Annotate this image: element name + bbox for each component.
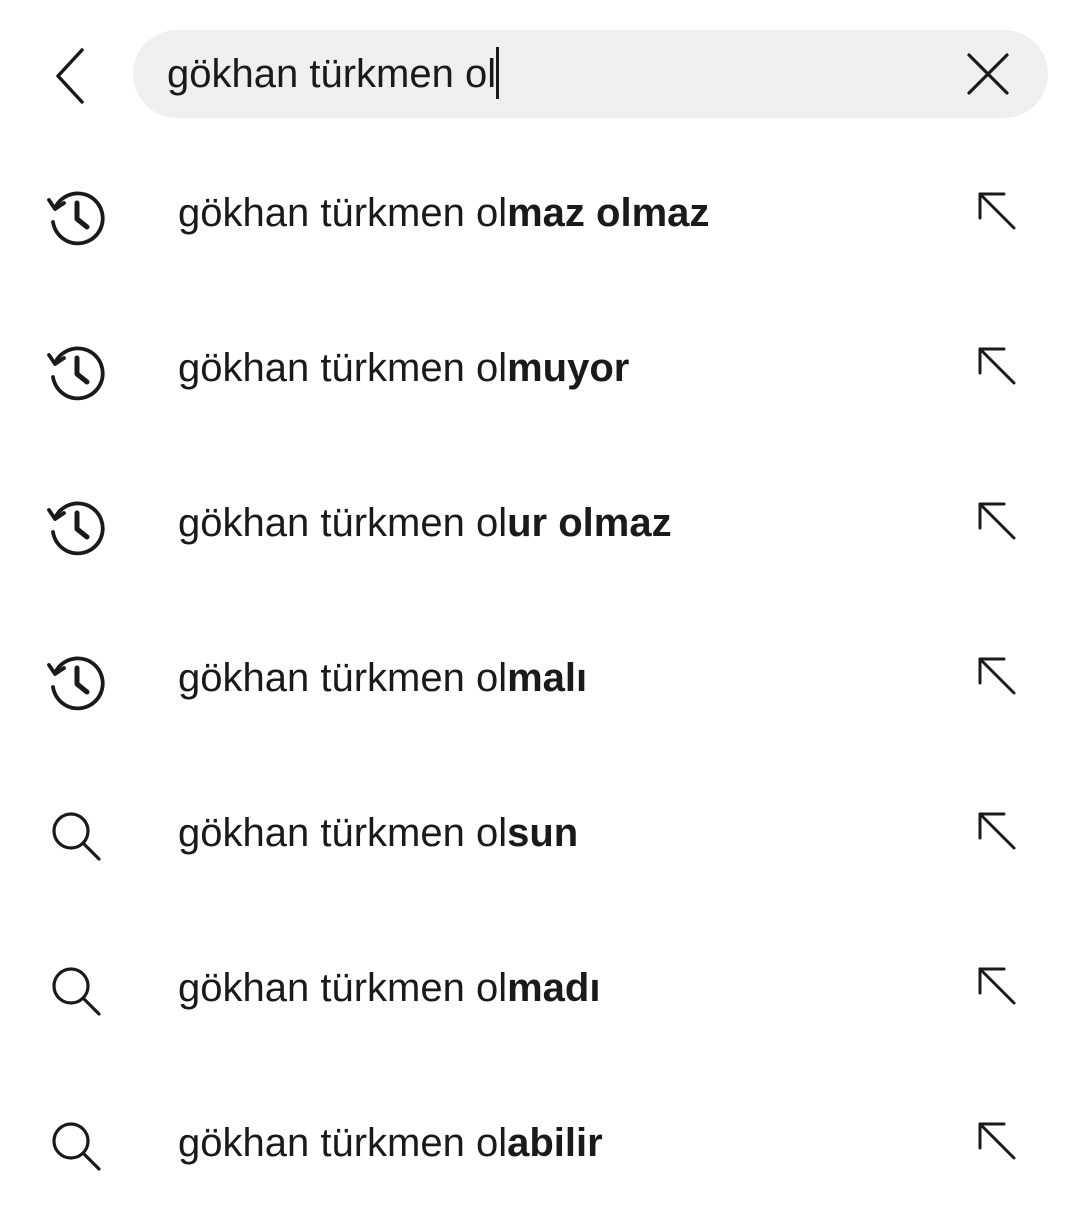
history-clock-icon <box>47 346 105 401</box>
arrow-up-left-icon[interactable] <box>970 186 1022 238</box>
text-caret <box>496 47 500 100</box>
search-query-text: gökhan türkmen ol <box>167 52 497 96</box>
search-bar[interactable]: gökhan türkmen ol <box>133 30 1048 118</box>
suggestion-prefix: gökhan türkmen ol <box>178 966 508 1010</box>
suggestion-row[interactable]: gökhan türkmen olmaz olmaz <box>0 136 1082 291</box>
search-input[interactable]: gökhan türkmen ol <box>167 30 500 118</box>
suggestion-text: gökhan türkmen olabilir <box>178 1066 603 1221</box>
arrow-up-left-icon[interactable] <box>970 341 1022 393</box>
suggestion-completion: maz olmaz <box>507 191 710 235</box>
suggestion-completion: malı <box>507 656 588 700</box>
suggestion-row[interactable]: gökhan türkmen olmalı <box>0 601 1082 756</box>
search-icon <box>52 1122 101 1171</box>
back-button[interactable] <box>34 36 110 116</box>
chevron-left-icon <box>56 48 84 104</box>
suggestion-prefix: gökhan türkmen ol <box>178 346 508 390</box>
search-header: gökhan türkmen ol <box>0 0 1082 150</box>
search-icon <box>52 967 101 1016</box>
suggestion-completion: sun <box>507 811 579 855</box>
suggestion-prefix: gökhan türkmen ol <box>178 656 508 700</box>
suggestion-row[interactable]: gökhan türkmen olabilir <box>0 1066 1082 1221</box>
arrow-up-left-icon[interactable] <box>970 806 1022 858</box>
close-icon <box>967 53 1009 95</box>
suggestion-completion: ur olmaz <box>507 501 672 545</box>
suggestion-text: gökhan türkmen olmaz olmaz <box>178 136 709 291</box>
suggestion-text: gökhan türkmen olmadı <box>178 911 600 1066</box>
clear-search-button[interactable] <box>966 52 1010 96</box>
arrow-up-left-icon[interactable] <box>970 961 1022 1013</box>
suggestion-prefix: gökhan türkmen ol <box>178 811 508 855</box>
suggestion-prefix: gökhan türkmen ol <box>178 501 508 545</box>
history-clock-icon <box>47 656 105 711</box>
suggestion-completion: abilir <box>507 1121 603 1165</box>
history-clock-icon <box>47 501 105 556</box>
suggestion-row[interactable]: gökhan türkmen olmuyor <box>0 291 1082 446</box>
suggestion-text: gökhan türkmen olur olmaz <box>178 446 672 601</box>
history-clock-icon <box>47 191 105 246</box>
suggestion-prefix: gökhan türkmen ol <box>178 1121 508 1165</box>
suggestion-text: gökhan türkmen olsun <box>178 756 578 911</box>
arrow-up-left-icon[interactable] <box>970 651 1022 703</box>
suggestion-text: gökhan türkmen olmuyor <box>178 291 629 446</box>
search-icon <box>52 812 101 861</box>
suggestion-completion: muyor <box>507 346 630 390</box>
suggestion-completion: madı <box>507 966 601 1010</box>
arrow-up-left-icon[interactable] <box>970 1116 1022 1168</box>
suggestion-text: gökhan türkmen olmalı <box>178 601 587 756</box>
suggestion-prefix: gökhan türkmen ol <box>178 191 508 235</box>
arrow-up-left-icon[interactable] <box>970 496 1022 548</box>
suggestion-row[interactable]: gökhan türkmen olmadı <box>0 911 1082 1066</box>
suggestion-row[interactable]: gökhan türkmen olsun <box>0 756 1082 911</box>
suggestion-row[interactable]: gökhan türkmen olur olmaz <box>0 446 1082 601</box>
